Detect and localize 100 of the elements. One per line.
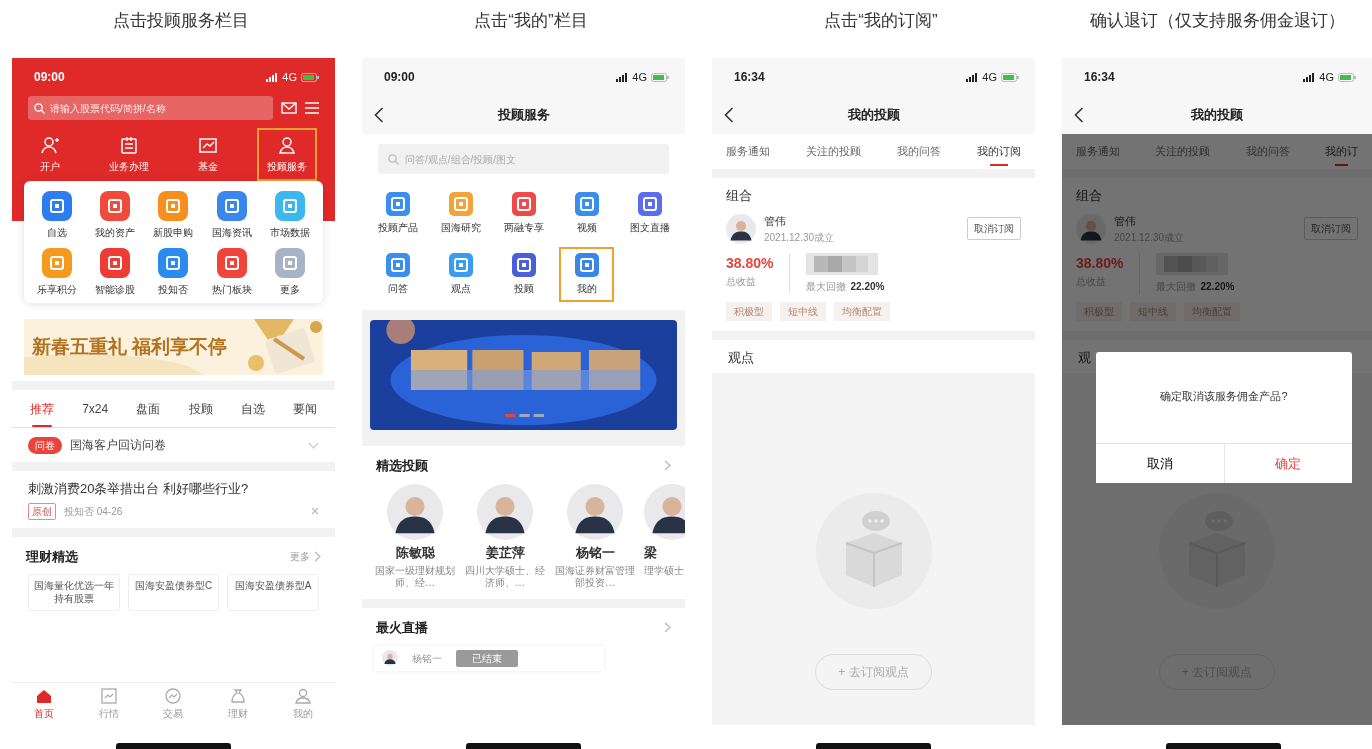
user-add-icon xyxy=(40,135,61,155)
style-tag: 短中线 xyxy=(780,301,826,321)
signal-icon xyxy=(1303,72,1316,82)
product-card[interactable]: 国海安盈债券型A xyxy=(227,574,319,611)
search-field[interactable]: 问答/观点/组合/投顾/图文 xyxy=(378,144,669,174)
return-value: 38.80% xyxy=(1076,253,1124,273)
chart-icon xyxy=(99,688,118,704)
nav-tab[interactable]: 首页 xyxy=(34,688,55,721)
network-label: 4G xyxy=(982,69,997,85)
back-icon[interactable] xyxy=(374,107,384,123)
back-icon[interactable] xyxy=(1074,107,1084,123)
section-title: 观 xyxy=(1078,349,1091,365)
feed-tab[interactable]: 推荐 xyxy=(28,390,56,427)
app-item[interactable]: 热门板块 xyxy=(202,248,261,297)
chevron-right-icon xyxy=(314,550,321,562)
app-item[interactable]: 更多 xyxy=(260,248,319,297)
dialog-message: 确定取消该服务佣金产品? xyxy=(1159,389,1289,404)
chevron-right-icon xyxy=(664,460,671,472)
shortcut-item[interactable]: 投顾服务 xyxy=(256,128,317,181)
feature-item[interactable]: 投顾产品 xyxy=(370,186,425,241)
survey-badge: 问卷 xyxy=(28,436,62,454)
chart-icon xyxy=(197,135,218,155)
user-icon xyxy=(276,135,297,155)
avatar xyxy=(567,483,623,540)
signal-icon xyxy=(966,72,979,82)
feature-item[interactable]: 观点 xyxy=(433,247,488,302)
feature-item[interactable]: 两融专享 xyxy=(496,186,551,241)
network-label: 4G xyxy=(282,69,297,85)
feed-tab[interactable]: 投顾 xyxy=(186,390,215,427)
founded-date: 2021.12.30成立 xyxy=(764,230,836,245)
promo-banner[interactable]: 新春五重礼 福利享不停 xyxy=(24,319,323,375)
avatar xyxy=(382,650,398,666)
feature-item[interactable]: 视频 xyxy=(559,186,614,241)
notice-text[interactable]: 国海客户回访问卷 xyxy=(70,436,300,454)
chevron-right-icon xyxy=(664,622,671,634)
app-item[interactable]: 乐享积分 xyxy=(28,248,87,297)
manager-name: 管伟 xyxy=(764,214,787,229)
feed-tab[interactable]: 要闻 xyxy=(290,390,319,427)
step-caption: 点击“我的”栏目 xyxy=(474,10,588,32)
app-item[interactable]: 投知否 xyxy=(144,248,203,297)
section-title: 观点 xyxy=(728,349,754,365)
feature-item[interactable]: 我的 xyxy=(559,247,614,302)
app-item[interactable]: 自选 xyxy=(28,191,87,240)
feature-item[interactable]: 投顾 xyxy=(496,247,551,302)
feature-item[interactable]: 图文直播 xyxy=(622,186,677,241)
tab[interactable]: 我的订 xyxy=(1325,134,1358,169)
shortcut-item[interactable]: 业务办理 xyxy=(99,128,160,181)
advisor-name[interactable]: 梁 xyxy=(644,542,657,562)
drawdown-value: 22.20% xyxy=(850,279,885,294)
section-title: 精选投顾 xyxy=(376,457,428,475)
return-label: 总收益 xyxy=(726,274,757,289)
feature-item[interactable]: 问答 xyxy=(370,247,425,302)
shortcut-item[interactable]: 基金 xyxy=(187,128,228,181)
product-card[interactable]: 国海安盈债券型C xyxy=(127,574,220,611)
app-item[interactable]: 智能诊股 xyxy=(86,248,145,297)
feed-tab[interactable]: 7x24 xyxy=(80,390,111,427)
step-caption: 点击“我的订阅” xyxy=(824,10,938,32)
search-icon xyxy=(34,103,45,114)
battery-icon xyxy=(1001,72,1019,82)
section-title: 理财精选 xyxy=(26,547,78,566)
feed-tab[interactable]: 盘面 xyxy=(134,390,163,427)
advisor-name[interactable]: 姜芷萍 xyxy=(485,542,525,562)
feature-item[interactable]: 国海研究 xyxy=(433,186,488,241)
signal-icon xyxy=(616,72,629,82)
tab[interactable]: 我的问答 xyxy=(897,134,941,169)
battery-icon xyxy=(651,72,669,82)
step-caption: 确认退订（仅支持服务佣金退订） xyxy=(1089,10,1345,32)
app-item[interactable]: 新股申购 xyxy=(144,191,203,240)
news-meta: 投知否 04-26 xyxy=(64,504,124,519)
tab[interactable]: 我的订阅 xyxy=(977,134,1021,169)
news-headline[interactable]: 刺激消费20条举措出台 利好哪些行业? xyxy=(28,479,319,499)
status-time: 09:00 xyxy=(34,69,65,86)
advisor-bio: 理学硕士 xyxy=(644,565,684,577)
app-item[interactable]: 市场数据 xyxy=(260,191,319,240)
feed-tab[interactable]: 自选 xyxy=(238,390,267,427)
advisor-name[interactable]: 杨铭一 xyxy=(575,542,615,562)
network-label: 4G xyxy=(1319,69,1334,85)
section-title: 最火直播 xyxy=(376,619,428,637)
tab[interactable]: 服务通知 xyxy=(726,134,770,169)
shortcut-item[interactable]: 开户 xyxy=(30,128,71,181)
battery-icon xyxy=(1338,72,1356,82)
tab[interactable]: 关注的投顾 xyxy=(806,134,861,169)
menu-icon[interactable] xyxy=(305,102,319,114)
section-title: 组合 xyxy=(726,186,753,205)
confirm-button[interactable]: 确定 xyxy=(1223,443,1352,483)
page-title: 我的投顾 xyxy=(847,107,900,123)
document-icon xyxy=(119,135,140,155)
back-icon[interactable] xyxy=(724,107,734,123)
advisor-name[interactable]: 陈敏聪 xyxy=(395,542,435,562)
signal-icon xyxy=(266,72,279,82)
advisor-bio: 四川大学硕士、经济师、… xyxy=(464,565,546,589)
app-item[interactable]: 国海资讯 xyxy=(202,191,261,240)
battery-icon xyxy=(301,72,319,82)
app-item[interactable]: 我的资产 xyxy=(86,191,145,240)
status-time: 09:00 xyxy=(384,69,415,86)
product-card[interactable]: 国海量化优选一年持有股票 xyxy=(28,574,120,611)
mail-icon[interactable] xyxy=(281,102,297,114)
unsubscribe-button[interactable]: 取消订阅 xyxy=(967,217,1021,241)
status-time: 16:34 xyxy=(1084,69,1115,86)
style-tag: 积极型 xyxy=(726,301,772,321)
